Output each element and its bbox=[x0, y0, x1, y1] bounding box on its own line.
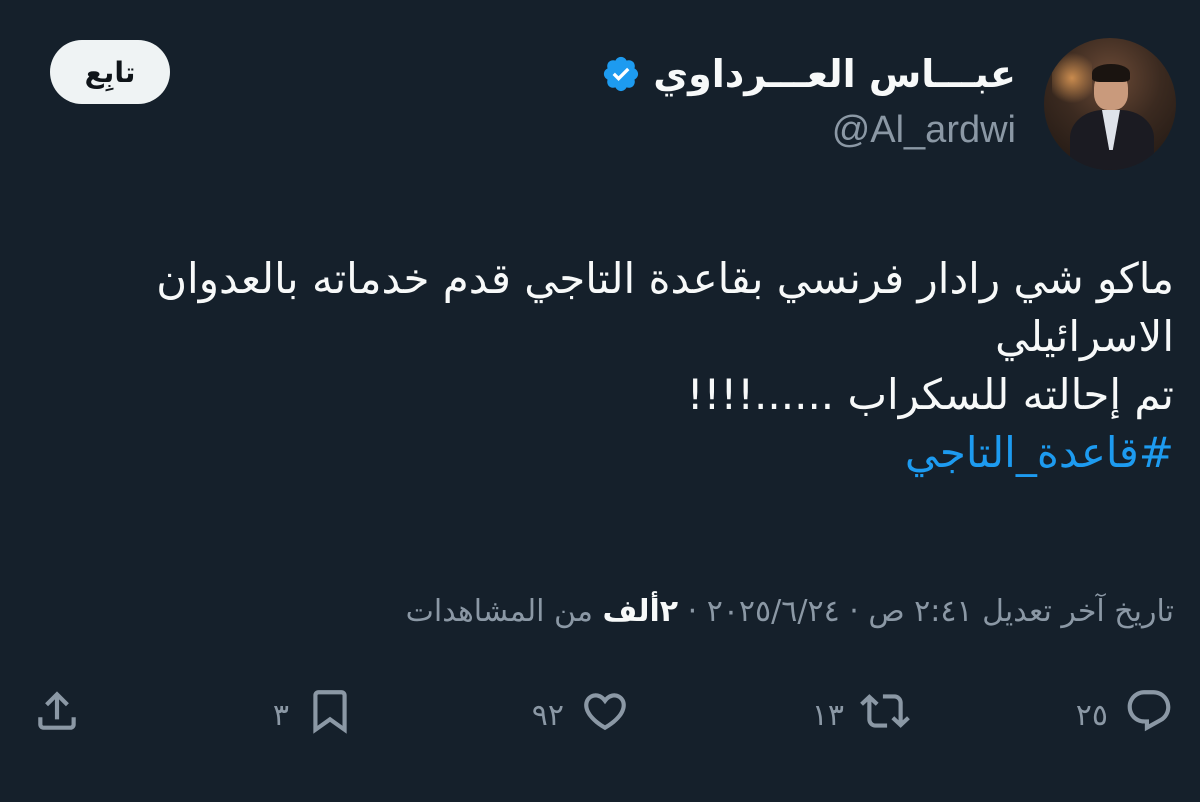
hashtag-link[interactable]: #قاعدة_التاجي bbox=[74, 424, 1174, 482]
views-count: ٢ألف bbox=[602, 594, 679, 629]
tweet-text-line: الاسرائيلي bbox=[995, 312, 1174, 361]
action-bar: ٢٥ ١٣ ٩٢ ٣ bbox=[0, 680, 1200, 750]
author-handle[interactable]: @Al_ardwi bbox=[832, 106, 1016, 154]
reply-count: ٢٥ bbox=[1075, 697, 1108, 733]
bookmark-icon bbox=[305, 686, 355, 744]
edited-label[interactable]: تاريخ آخر تعديل bbox=[982, 594, 1174, 629]
bookmark-button[interactable]: ٣ bbox=[273, 680, 355, 750]
retweet-button[interactable]: ١٣ bbox=[812, 680, 910, 750]
meta-separator: · bbox=[839, 594, 859, 629]
retweet-icon bbox=[860, 686, 910, 744]
tweet-card: عبـــاس العـــرداوي @Al_ardwi تابِع ماكو… bbox=[0, 0, 1200, 802]
reply-icon bbox=[1124, 686, 1174, 744]
views-label: من المشاهدات bbox=[405, 594, 593, 629]
retweet-count: ١٣ bbox=[811, 697, 844, 733]
meta-separator: · bbox=[678, 594, 698, 629]
bookmark-count: ٣ bbox=[272, 697, 289, 733]
like-count: ٩٢ bbox=[531, 697, 564, 733]
reply-button[interactable]: ٢٥ bbox=[1076, 680, 1174, 750]
tweet-meta: تاريخ آخر تعديل ٢:٤١ ص · ٢٠٢٥/٦/٢٤ · ٢أل… bbox=[406, 590, 1174, 634]
tweet-date[interactable]: ٢٠٢٥/٦/٢٤ bbox=[707, 594, 840, 629]
follow-button[interactable]: تابِع bbox=[50, 40, 170, 104]
author-name-row: عبـــاس العـــرداوي bbox=[601, 50, 1016, 98]
tweet-text: ماكو شي رادار فرنسي بقاعدة التاجي قدم خد… bbox=[74, 250, 1174, 482]
heart-icon bbox=[580, 686, 630, 744]
tweet-text-line: تم إحالته للسكراب ......!!!! bbox=[686, 370, 1174, 419]
share-button[interactable] bbox=[32, 680, 82, 750]
share-icon bbox=[32, 686, 82, 744]
tweet-time[interactable]: ٢:٤١ ص bbox=[868, 594, 972, 629]
avatar[interactable] bbox=[1044, 38, 1176, 170]
author-display-name[interactable]: عبـــاس العـــرداوي bbox=[653, 50, 1016, 98]
tweet-text-line: ماكو شي رادار فرنسي بقاعدة التاجي قدم خد… bbox=[156, 254, 1174, 303]
verified-badge-icon bbox=[601, 54, 641, 94]
like-button[interactable]: ٩٢ bbox=[532, 680, 630, 750]
